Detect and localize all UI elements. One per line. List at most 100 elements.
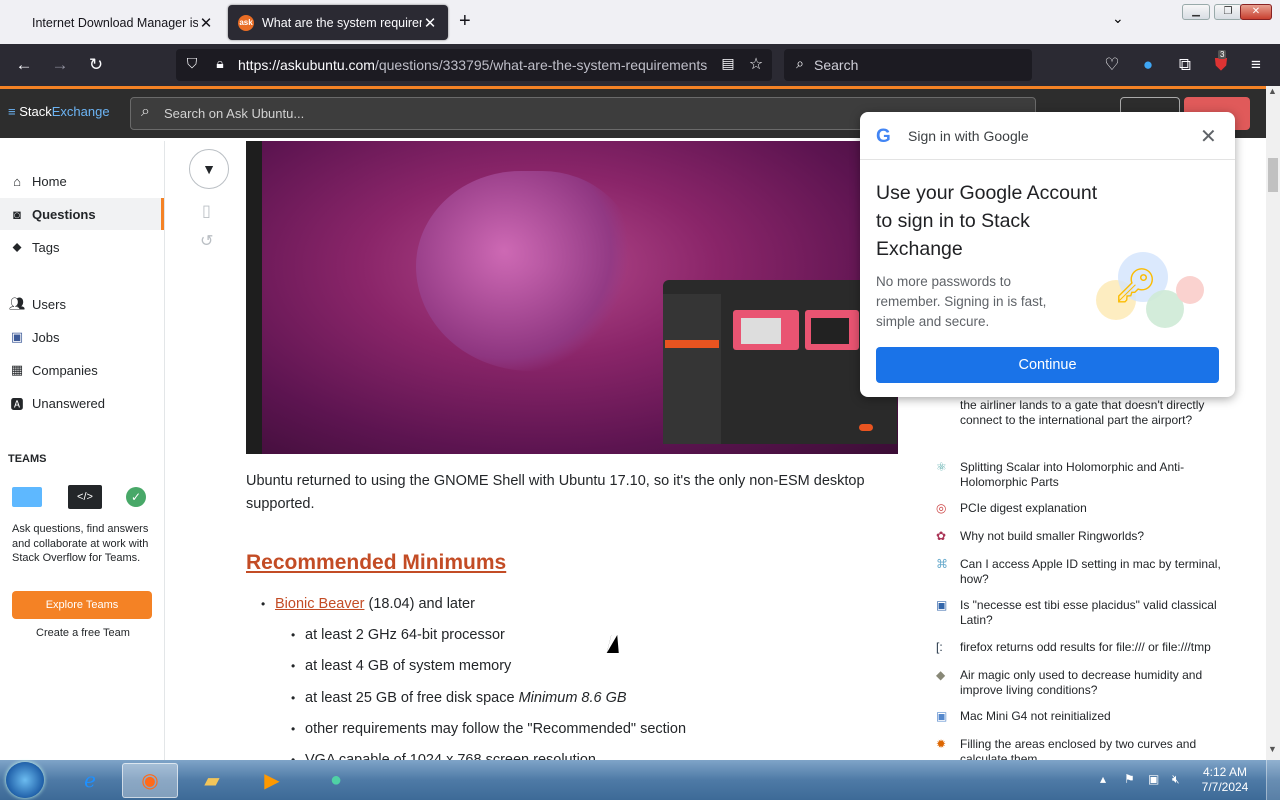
downvote-button[interactable]: ▼: [189, 149, 229, 189]
close-tab-icon[interactable]: ✕: [422, 14, 438, 32]
hot-question[interactable]: ▣ Mac Mini G4 not reinitialized: [930, 709, 1230, 724]
hot-question[interactable]: [: firefox returns odd results for file:/…: [930, 640, 1230, 655]
sidebar-item-tags[interactable]: ⬥ Tags: [0, 231, 164, 263]
browser-tab-bar: Internet Download Manager is a ✕ ask Wha…: [0, 0, 1280, 44]
bookmark-icon[interactable]: ▯: [202, 201, 211, 221]
url-bar[interactable]: ⛉ 🔒︎ https://askubuntu.com/questions/333…: [176, 49, 772, 81]
list-item: • at least 2 GHz 64-bit processor: [291, 627, 505, 643]
scroll-up-icon[interactable]: ▲: [1268, 86, 1277, 96]
pocket-icon[interactable]: ♡: [1102, 55, 1122, 75]
extension-badge: 3: [1218, 50, 1227, 59]
search-icon: ⌕: [796, 55, 804, 71]
hot-question[interactable]: ◎ PCIe digest explanation: [930, 501, 1230, 516]
hot-question[interactable]: ⚛ Splitting Scalar into Holomorphic and A…: [930, 460, 1230, 490]
new-tab-icon[interactable]: +: [459, 10, 471, 33]
requirement-text: at least 2 GHz 64-bit processor: [305, 627, 505, 643]
questions-icon: ◙: [13, 206, 21, 222]
sidebar-item-questions[interactable]: ◙ Questions: [0, 198, 164, 230]
tracking-shield-icon[interactable]: ⛉: [182, 55, 202, 72]
list-all-tabs-icon[interactable]: ⌄: [1112, 10, 1124, 27]
tray-expand-icon[interactable]: ▴: [1100, 772, 1106, 786]
forward-icon[interactable]: →: [50, 55, 70, 75]
history-icon[interactable]: ↺: [200, 231, 213, 251]
recommended-minimums-heading[interactable]: Recommended Minimums: [246, 551, 506, 575]
media-player-icon[interactable]: ▶: [244, 763, 300, 798]
popup-title: Use your Google Account to sign in to St…: [876, 182, 1098, 260]
sidebar-item-label: Unanswered: [32, 395, 105, 411]
app-icon[interactable]: ●: [308, 763, 364, 798]
companies-icon: ▦: [10, 362, 24, 377]
logo-stack-text: Stack: [19, 104, 52, 119]
clock-time: 4:12 AM: [1202, 765, 1248, 779]
scrollbar-thumb[interactable]: [1268, 158, 1278, 192]
teams-description: Ask questions, find answers and collabor…: [12, 523, 149, 564]
jobs-icon: ▣: [10, 329, 24, 344]
scroll-down-icon[interactable]: ▼: [1268, 744, 1277, 754]
maximize-window-button[interactable]: ❐: [1214, 4, 1242, 20]
sidebar-item-users[interactable]: 👥︎ Users: [0, 288, 164, 320]
hot-question-text: PCIe digest explanation: [960, 501, 1087, 515]
extensions-icon[interactable]: ⧉: [1175, 55, 1195, 75]
hot-question[interactable]: ⌘ Can I access Apple ID setting in mac by…: [930, 557, 1230, 587]
sidebar-item-companies[interactable]: ▦ Companies: [0, 354, 164, 386]
jellyfish-wallpaper: [416, 171, 636, 371]
file-explorer-icon[interactable]: ▰: [184, 763, 240, 798]
tab-askubuntu[interactable]: ask What are the system requirements ✕: [228, 5, 448, 40]
hot-question[interactable]: ▣ Is "necesse est tibi esse placidus" val…: [930, 598, 1230, 628]
tab-title: What are the system requirements: [262, 15, 422, 30]
back-icon[interactable]: ←: [14, 55, 34, 75]
list-item: • other requirements may follow the "Reco…: [291, 721, 687, 737]
popup-subtitle: No more passwords to remember. Signing i…: [876, 274, 1047, 329]
reload-icon[interactable]: ↻: [86, 55, 106, 75]
url-text[interactable]: https://askubuntu.com/questions/333795/w…: [238, 57, 708, 73]
users-icon: 👥︎: [9, 296, 26, 311]
list-item: • at least 4 GB of system memory: [291, 658, 512, 674]
code-icon: </>: [68, 485, 102, 509]
lock-icon[interactable]: 🔒︎: [210, 55, 230, 72]
reader-view-icon[interactable]: ▤: [718, 55, 738, 72]
google-signin-popup: G Sign in with Google ✕ Use your Google …: [860, 112, 1235, 397]
action-center-flag-icon[interactable]: ⚑: [1124, 772, 1135, 786]
account-icon[interactable]: ●: [1138, 55, 1158, 75]
requirement-text: other requirements may follow the "Recom…: [305, 721, 687, 737]
create-free-team-link[interactable]: Create a free Team: [36, 627, 130, 639]
browser-search-bar[interactable]: ⌕ Search: [784, 49, 1032, 81]
page-scrollbar[interactable]: ▲ ▼: [1266, 86, 1280, 760]
continue-button[interactable]: Continue: [876, 347, 1219, 383]
hot-question-text: Splitting Scalar into Holomorphic and An…: [960, 460, 1185, 489]
tab-idm[interactable]: Internet Download Manager is a ✕: [8, 5, 224, 40]
hot-question[interactable]: ◆ Air magic only used to decrease humidit…: [930, 668, 1230, 698]
sidebar-item-label: Home: [32, 173, 67, 189]
url-host: https://askubuntu.com: [238, 57, 375, 73]
volume-icon[interactable]: 🔇︎: [1172, 772, 1180, 787]
home-icon: ⌂: [13, 173, 21, 189]
hot-question[interactable]: ✿ Why not build smaller Ringworlds?: [930, 529, 1230, 544]
bionic-beaver-link[interactable]: Bionic Beaver: [275, 596, 364, 612]
sidebar-item-jobs[interactable]: ▣ Jobs: [0, 321, 164, 353]
stackexchange-logo[interactable]: ≡ StackExchange: [8, 104, 110, 119]
menu-icon[interactable]: ≡: [1246, 55, 1266, 75]
network-icon[interactable]: ▣: [1148, 772, 1159, 786]
browser-nav-bar: ← → ↻ ⛉ 🔒︎ https://askubuntu.com/questio…: [0, 44, 1280, 86]
vote-column: ▼ ▯ ↺: [189, 149, 231, 250]
tab-title: Internet Download Manager is a: [32, 15, 198, 30]
worldbuilding-icon: ✿: [936, 529, 947, 543]
bookmark-star-icon[interactable]: ☆: [746, 54, 766, 74]
system-clock[interactable]: 4:12 AM 7/7/2024: [1195, 765, 1255, 795]
firefox-icon[interactable]: ◉: [122, 763, 178, 798]
internet-explorer-icon[interactable]: ℯ: [62, 763, 118, 798]
electronics-icon: ◎: [936, 501, 947, 515]
rpg-icon: ◆: [936, 668, 946, 682]
close-icon[interactable]: ✕: [1200, 124, 1217, 149]
sidebar-item-home[interactable]: ⌂ Home: [0, 165, 164, 197]
explore-teams-button[interactable]: Explore Teams: [12, 591, 152, 619]
apple-icon: ⌘: [936, 557, 948, 571]
start-button[interactable]: [6, 762, 44, 798]
close-tab-icon[interactable]: ✕: [198, 14, 214, 32]
minimize-window-button[interactable]: ▁: [1182, 4, 1210, 20]
popup-header-text: Sign in with Google: [908, 128, 1029, 144]
ubuntu-desktop-screenshot: [246, 141, 898, 454]
sidebar-item-unanswered[interactable]: 🅰︎ Unanswered: [0, 387, 164, 419]
show-desktop-button[interactable]: [1266, 760, 1280, 800]
close-window-button[interactable]: ✕: [1240, 4, 1272, 20]
